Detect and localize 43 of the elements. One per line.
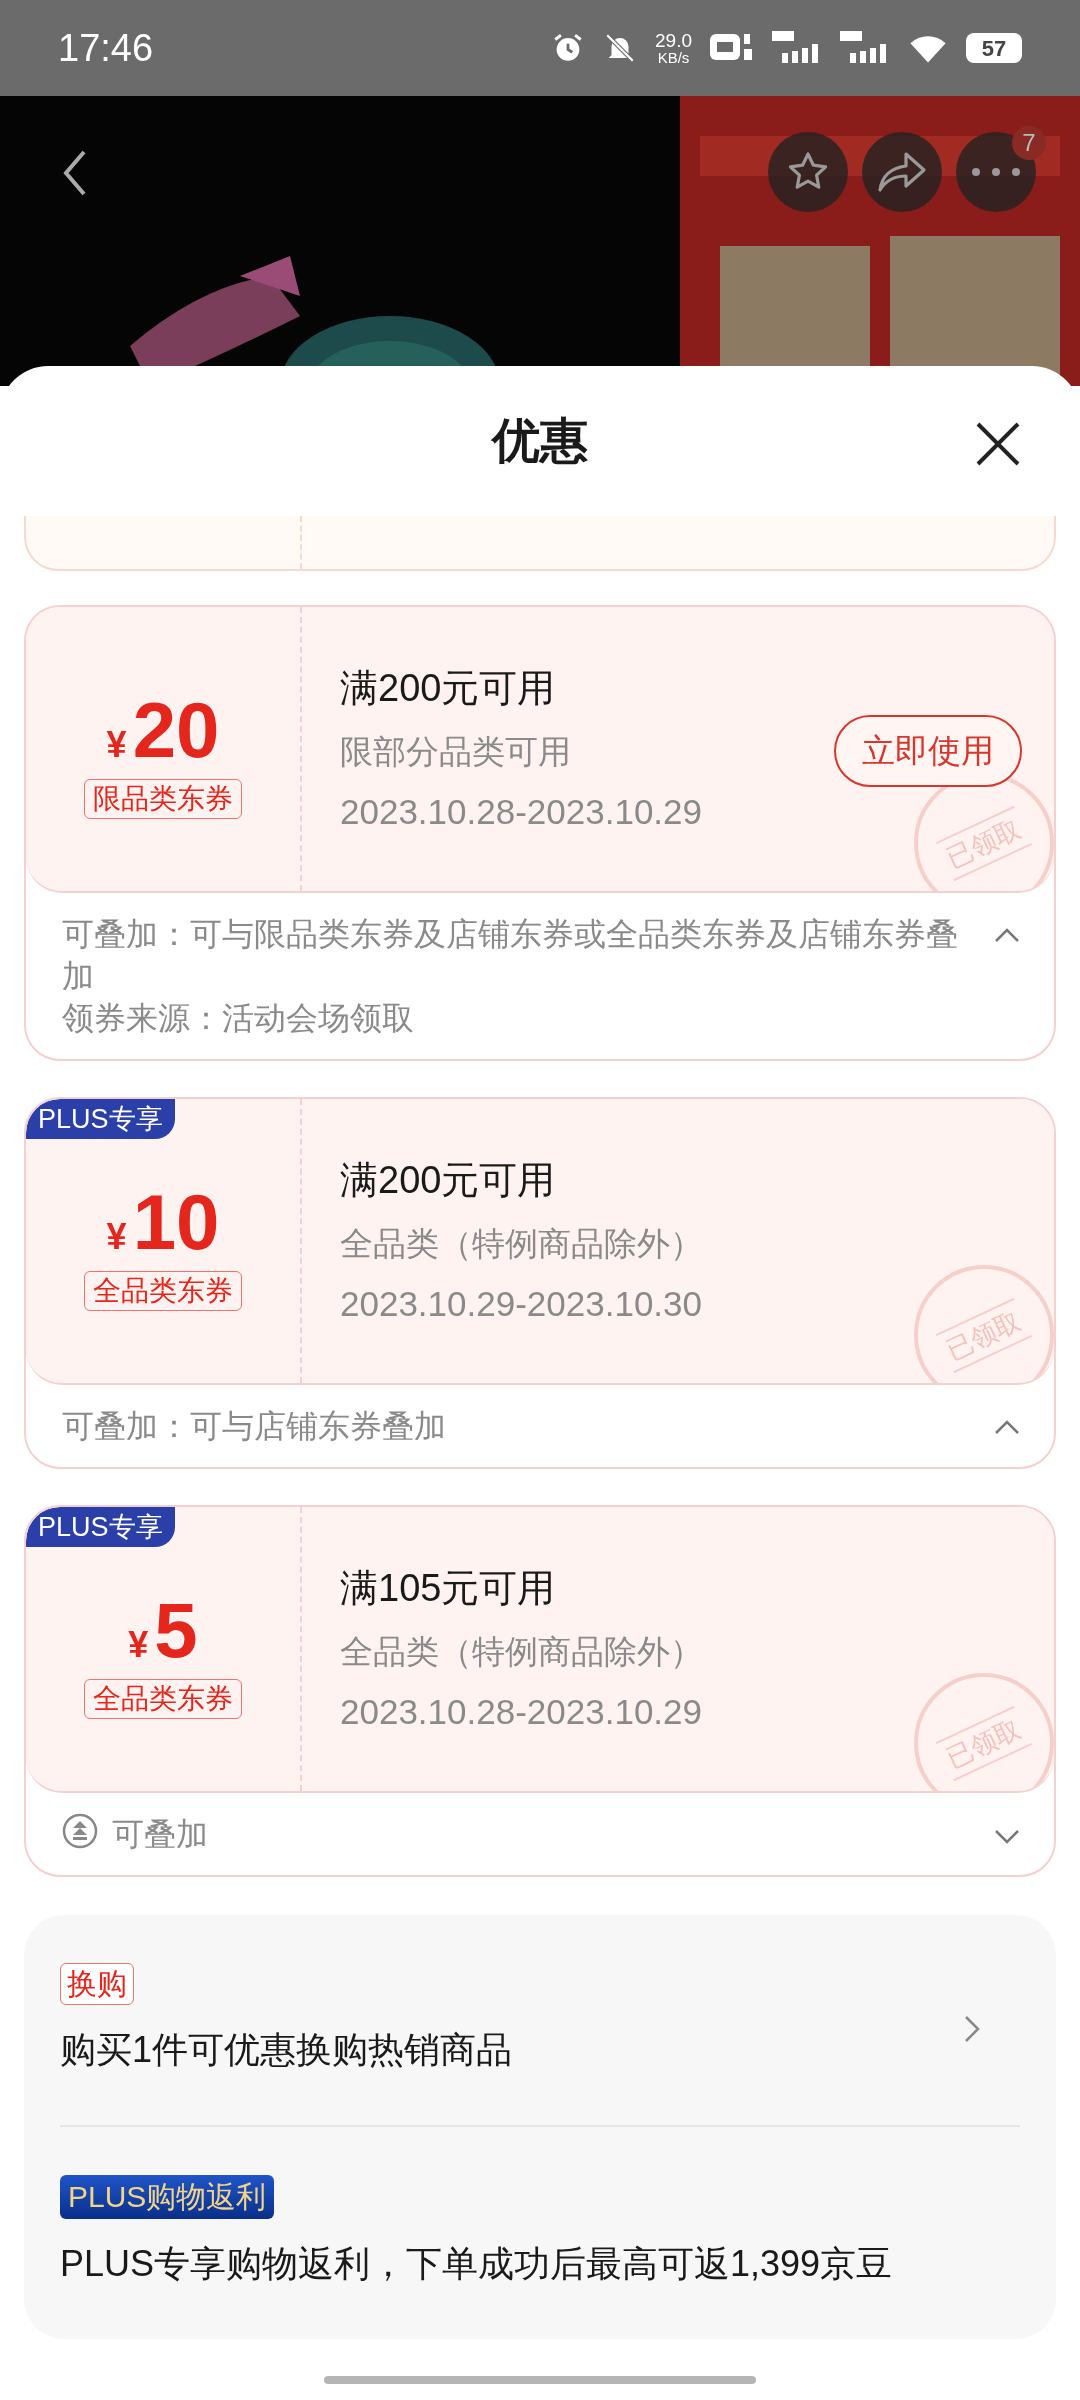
coupon-detail-text: 领券来源：活动会场领取 xyxy=(62,999,415,1038)
chevron-right-icon[interactable] xyxy=(964,2015,980,2043)
coupon-amount: 20 xyxy=(132,691,220,769)
promo-text: 购买1件可优惠换购热销商品 xyxy=(60,2028,513,2072)
validity-dates: 2023.10.29-2023.10.30 xyxy=(340,1283,703,1325)
close-icon xyxy=(974,420,1022,468)
expand-chevron-icon[interactable] xyxy=(994,1829,1020,1845)
sheet-title: 优惠 xyxy=(492,413,588,469)
currency-symbol: ¥ xyxy=(106,727,127,763)
stacking-icon xyxy=(62,1813,98,1849)
speed-unit: KB/s xyxy=(657,50,690,65)
use-now-button[interactable]: 立即使用 xyxy=(834,715,1022,787)
coupon-type-tag: 全品类东券 xyxy=(84,1271,242,1311)
coupon-scope: 全品类（特例商品除外） xyxy=(340,1223,703,1264)
network-speed: 29.0 xyxy=(655,31,692,50)
coupon-detail-text: 可叠加：可与店铺东券叠加 xyxy=(62,1407,446,1446)
battery-indicator: 57 xyxy=(966,33,1022,63)
plus-badge: PLUS专享 xyxy=(26,1099,175,1139)
validity-dates: 2023.10.28-2023.10.29 xyxy=(340,1691,703,1733)
validity-dates: 2023.10.28-2023.10.29 xyxy=(340,791,702,833)
muted-bell-icon xyxy=(603,31,637,65)
coupon-condition: 满200元可用 xyxy=(340,665,557,711)
promo-tag: 换购 xyxy=(60,1963,134,2005)
clock-time: 17:46 xyxy=(58,25,154,71)
collapse-chevron-icon[interactable] xyxy=(994,927,1020,943)
promo-tag: PLUS购物返利 xyxy=(60,2175,275,2219)
coupon-detail-text: 可叠加 xyxy=(112,1815,208,1854)
currency-symbol: ¥ xyxy=(128,1627,149,1663)
collapse-chevron-icon[interactable] xyxy=(994,1419,1020,1435)
coupon-scope: 限部分品类可用 xyxy=(340,731,572,772)
coupon-amount: 5 xyxy=(154,1591,198,1669)
coupon-condition: 满200元可用 xyxy=(340,1157,557,1203)
currency-symbol: ¥ xyxy=(106,1219,127,1255)
plus-badge: PLUS专享 xyxy=(26,1507,175,1547)
promo-text: PLUS专享购物返利，下单成功后最高可返1,399京豆 xyxy=(60,2242,893,2286)
coupon-condition: 满105元可用 xyxy=(340,1565,557,1611)
coupon-detail-text: 可叠加：可与限品类东券及店铺东券或全品类东券及店铺东券叠加 xyxy=(62,915,959,996)
coupon-amount: 10 xyxy=(132,1183,220,1261)
share-arrow-icon xyxy=(876,150,928,194)
coupon-type-tag: 限品类东券 xyxy=(84,779,242,819)
coupon-type-tag: 全品类东券 xyxy=(84,1679,242,1719)
coupon-scope: 全品类（特例商品除外） xyxy=(340,1631,703,1672)
more-icon xyxy=(971,167,1021,177)
